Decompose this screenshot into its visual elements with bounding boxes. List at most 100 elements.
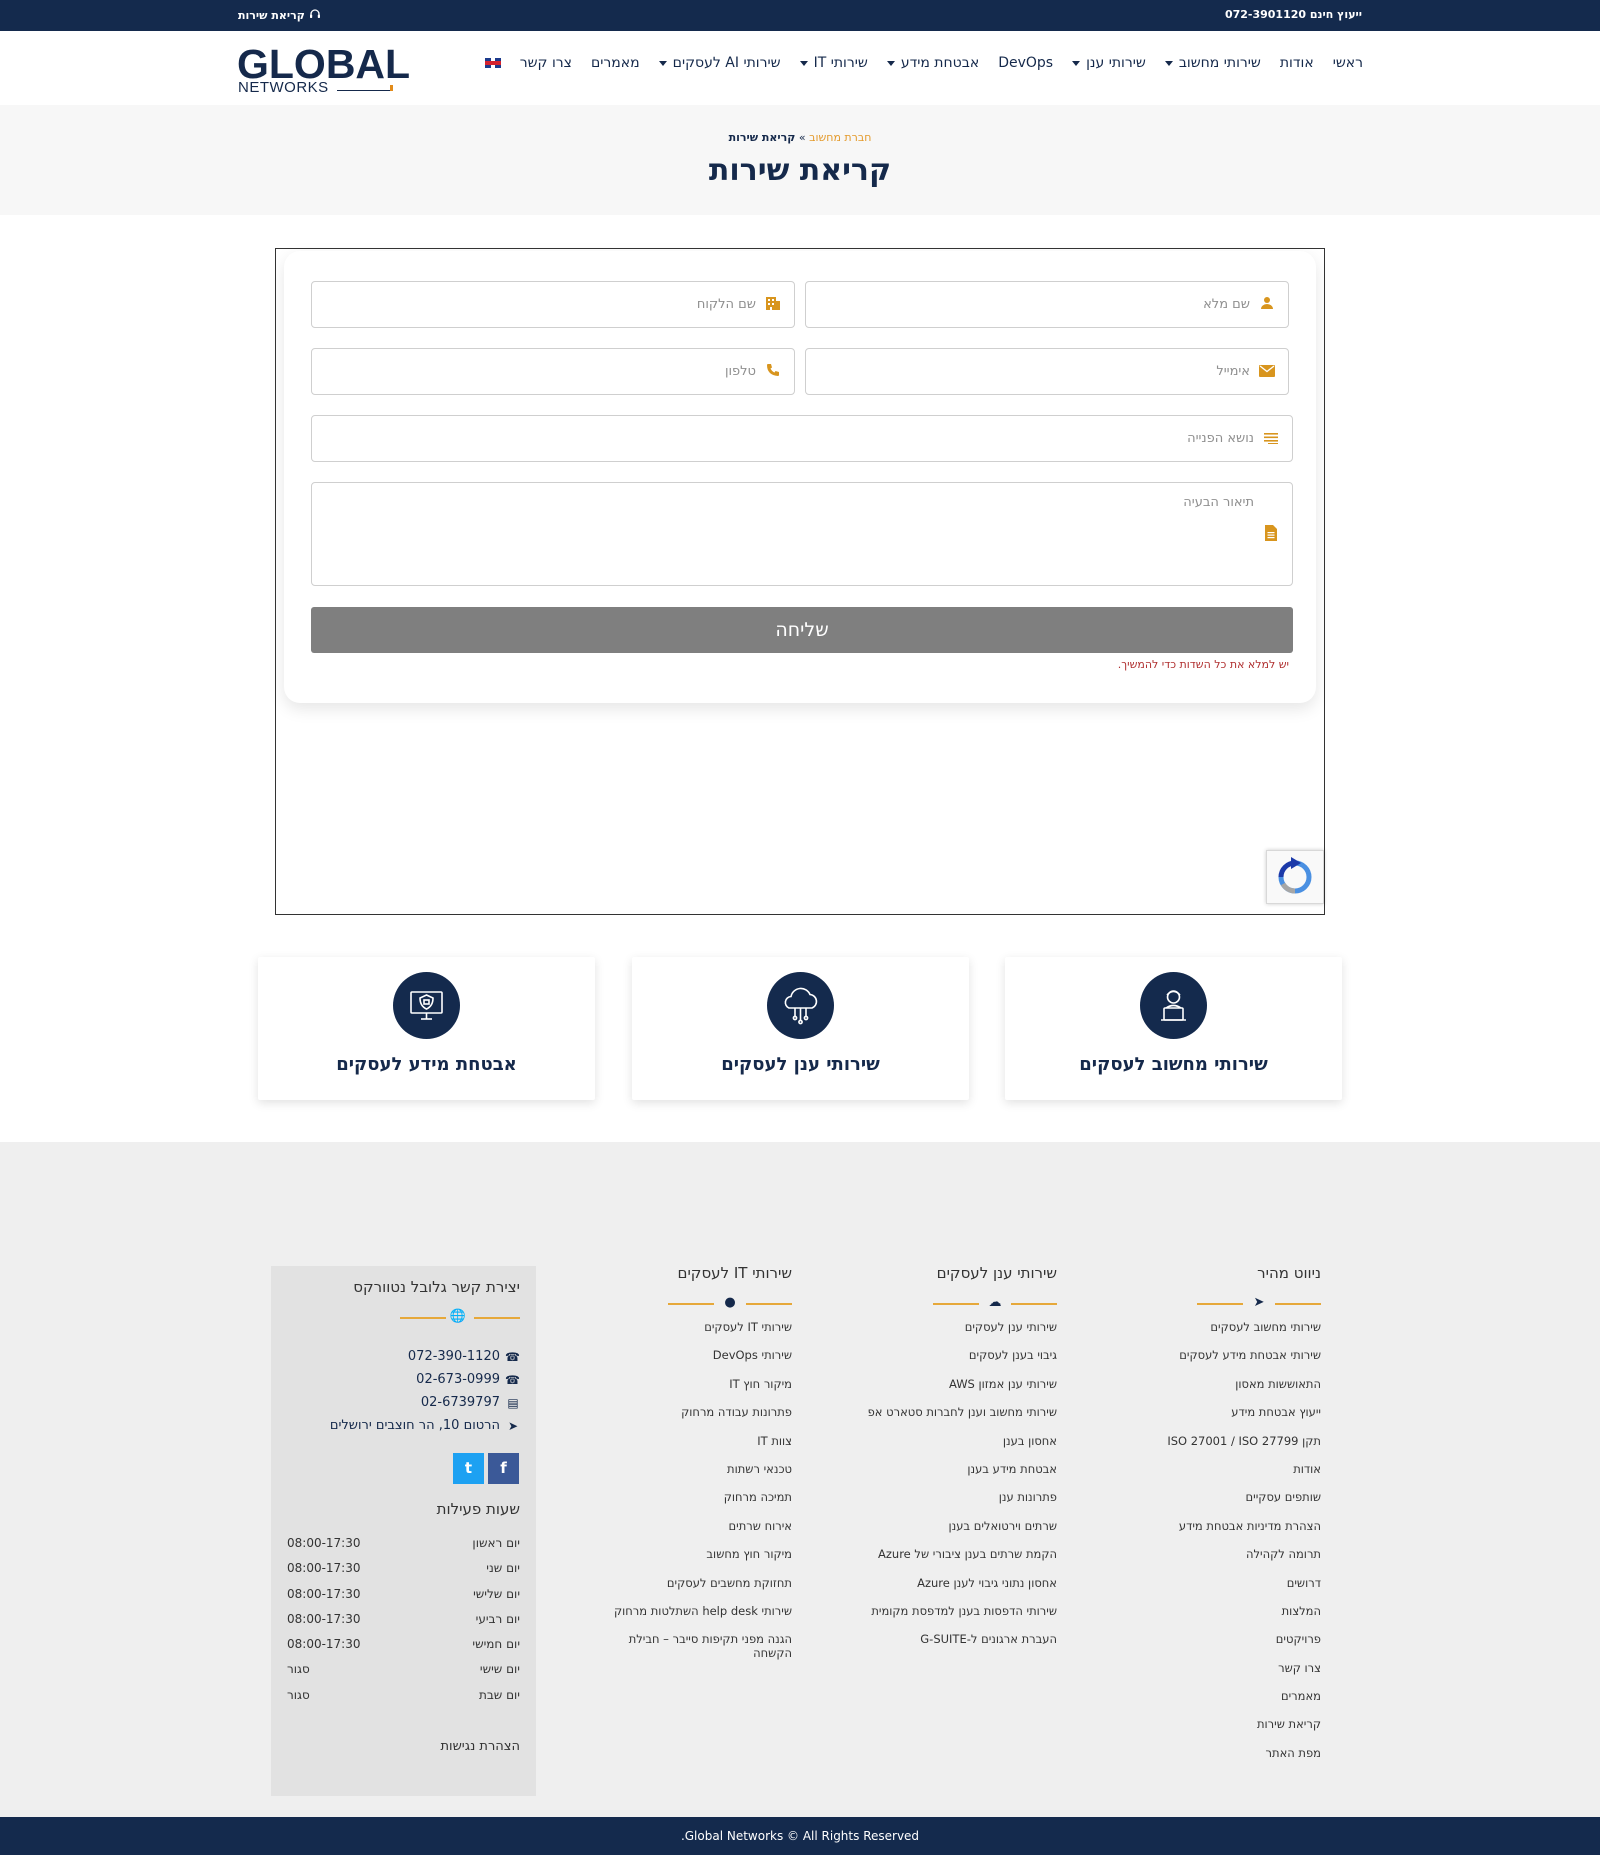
phone-input[interactable] [326,349,756,394]
full-name-field[interactable] [805,281,1289,328]
footer-link[interactable]: שרתים וירטואלים בענן [817,1519,1057,1533]
nav-articles[interactable]: מאמרים [591,55,640,71]
footer-link[interactable]: דרושים [1081,1576,1321,1590]
page-hero: חברת מחשוב » קריאת שירות קריאת שירות [0,105,1600,215]
footer-link[interactable]: שירותי ענן לעסקים [817,1320,1057,1334]
footer-link[interactable]: אודות [1081,1462,1321,1476]
nav-home[interactable]: ראשי [1333,55,1363,71]
contact-phone-1[interactable]: ☎ 072-390-1120 [408,1349,520,1364]
logo[interactable]: GLOBAL NETWORKS [237,41,410,96]
technician-icon [1140,972,1207,1039]
service-card-cloud[interactable]: שירותי ענן לעסקים [632,957,969,1100]
footer-link[interactable]: שירותי IT לעסקים [552,1320,792,1334]
footer-link[interactable]: אירוח שרתים [552,1519,792,1533]
footer-link[interactable]: אחסון בענן [817,1434,1057,1448]
recaptcha-badge[interactable] [1266,850,1324,904]
nav-devops[interactable]: DevOps [998,55,1053,71]
footer-link[interactable]: תחזוקת מחשבים לעסקים [552,1576,792,1590]
contact-fax: ▤ 02-6739797 [420,1395,519,1410]
footer-link[interactable]: פרויקטים [1081,1632,1321,1646]
footer-cloud-title: שירותי ענן לעסקים [936,1264,1057,1282]
site-header: ראשי אודות שירותי מחשוב שירותי ענן DevOp… [0,31,1600,105]
footer-link[interactable]: מיקור חוץ IT [552,1377,792,1391]
service-call-label: קריאת שירות [238,9,305,22]
footer-it-services: שירותי IT לעסקים ● שירותי IT לעסקים שירו… [552,1264,792,1675]
service-form: שליחה יש למלא את כל השדות כדי להמשיך. [284,251,1316,703]
footer-it-title: שירותי IT לעסקים [677,1264,793,1282]
footer-link[interactable]: שירותי help desk השתלטות מרחוק [552,1604,792,1618]
problem-field[interactable] [311,482,1293,586]
footer-link[interactable]: שותפים עסקיים [1081,1490,1321,1504]
footer-link[interactable]: תמיכה מרחוק [552,1490,792,1504]
footer-link[interactable]: גיבוי בענן לעסקים [817,1348,1057,1362]
full-name-input[interactable] [820,282,1250,327]
problem-textarea[interactable] [334,495,1254,575]
hours-row: יום שני 08:00-17:30 [287,1561,520,1576]
lines-icon [1262,430,1280,448]
footer-link[interactable]: הקמת שרתים בענן ציבורי של Azure [817,1547,1057,1561]
footer-link[interactable]: שירותי ענן אמזון AWS [817,1377,1057,1391]
accessibility-link[interactable]: הצהרת נגישות [441,1739,520,1754]
facebook-icon[interactable]: f [488,1453,519,1484]
client-name-input[interactable] [326,282,756,327]
footer-link[interactable]: מיקור חוץ מחשוב [552,1547,792,1561]
hours-row: יום שבת סגור [287,1687,520,1702]
nav-cloud[interactable]: שירותי ענן [1072,55,1146,71]
footer-link[interactable]: שירותי הדפסות בענן למדפסת מקומית [817,1604,1057,1618]
footer-link[interactable]: שירותי DevOps [552,1348,792,1362]
footer-link[interactable]: התאוששות מאסון [1081,1377,1321,1391]
footer-link[interactable]: שירותי אבטחת מידע לעסקים [1081,1348,1321,1362]
globe-icon: 🌐 [449,1309,467,1324]
footer-link[interactable]: צוות IT [552,1434,792,1448]
footer-link[interactable]: המלצות [1081,1604,1321,1618]
footer-link[interactable]: העברת ארגונים ל-G-SUITE [817,1632,1057,1646]
building-icon [764,296,782,314]
subject-field[interactable] [311,415,1293,462]
service-card-computing[interactable]: שירותי מחשוב לעסקים [1005,957,1342,1100]
hours-row: יום חמישי 08:00-17:30 [287,1637,520,1652]
footer-link[interactable]: הצהרת מדיניות אבטחת מידע [1081,1519,1321,1533]
footer-link[interactable]: אבטחת מידע בענן [817,1462,1057,1476]
phone-field[interactable] [311,348,795,395]
english-flag-icon[interactable] [484,58,501,68]
site-footer [0,1142,1600,1817]
nav-it[interactable]: שירותי IT [799,55,868,71]
submit-button[interactable]: שליחה [311,607,1293,653]
footer-link[interactable]: ייעוץ אבטחת מידע [1081,1405,1321,1419]
email-field[interactable] [805,348,1289,395]
breadcrumb-home[interactable]: חברת מחשוב [809,131,871,144]
footer-link[interactable]: שירותי מחשוב לעסקים [1081,1320,1321,1334]
footer-link[interactable]: אחסון נתוני גיבוי לענן Azure [817,1576,1057,1590]
fax-icon: ▤ [507,1395,519,1410]
contact-phone-2[interactable]: ☎ 02-673-0999 [416,1372,520,1387]
nav-about[interactable]: אודות [1280,55,1314,71]
free-consult-phone[interactable]: ייעוץ חינם 072-3901120 [1225,8,1362,21]
footer-link[interactable]: פתרונות ענן [817,1490,1057,1504]
twitter-icon[interactable]: t [453,1453,484,1484]
footer-it-links: שירותי IT לעסקים שירותי DevOps מיקור חוץ… [552,1320,792,1660]
footer-link[interactable]: תרומה לקהילה [1081,1547,1321,1561]
nav-contact[interactable]: צרו קשר [520,55,572,71]
service-card-security[interactable]: אבטחת מידע לעסקים [258,957,595,1100]
hours-table: יום ראשון 08:00-17:30 יום שני 08:00-17:30 … [287,1536,520,1713]
footer-link[interactable]: טכנאי רשתות [552,1462,792,1476]
client-name-field[interactable] [311,281,795,328]
nav-computing[interactable]: שירותי מחשוב [1164,55,1261,71]
footer-link[interactable]: קריאת שירות [1081,1717,1321,1731]
page-title: קריאת שירות [708,153,892,188]
footer-link[interactable]: הגנה מפני תקיפות סייבר – חבילת הקשחה [602,1632,792,1660]
footer-link[interactable]: פתרונות עבודה מרחוק [552,1405,792,1419]
footer-link[interactable]: צרו קשר [1081,1661,1321,1675]
footer-link[interactable]: תקן ISO 27001 / ISO 27799 [1081,1434,1321,1448]
footer-link[interactable]: מאמרים [1081,1689,1321,1703]
footer-link[interactable]: מפת האתר [1081,1746,1321,1760]
subject-input[interactable] [324,416,1254,461]
footer-link[interactable]: שירותי מחשוב וענן לחברות סטארט אפ [817,1405,1057,1419]
nav-security[interactable]: אבטחת מידע [886,55,979,71]
footer-cloud-services: שירותי ענן לעסקים ☁ שירותי ענן לעסקים גי… [817,1264,1057,1661]
email-input[interactable] [820,349,1250,394]
chevron-down-icon [658,60,667,66]
nav-ai[interactable]: שירותי AI לעסקים [658,55,781,71]
footer-quick-nav-links: שירותי מחשוב לעסקים שירותי אבטחת מידע לע… [1081,1320,1321,1760]
service-call-link[interactable]: קריאת שירות [238,8,321,23]
